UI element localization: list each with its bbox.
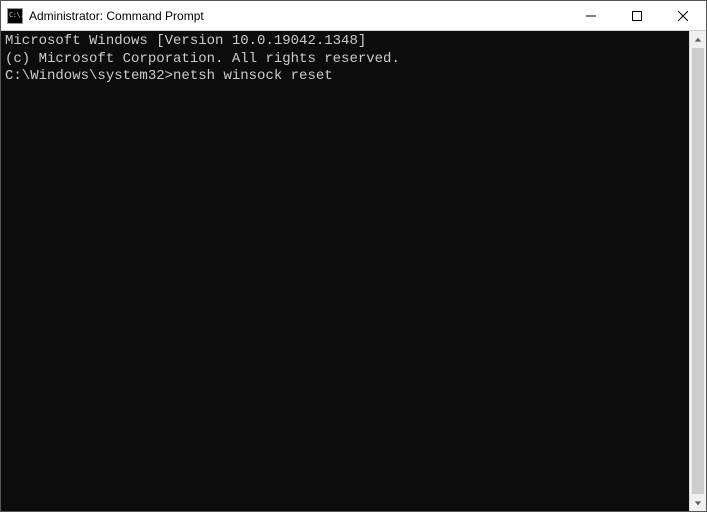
titlebar: C:\. Administrator: Command Prompt [1,1,706,31]
prompt-line: C:\Windows\system32>netsh winsock reset [5,68,685,86]
command-text: netsh winsock reset [173,68,333,86]
window-controls [568,1,706,30]
maximize-button[interactable] [614,1,660,30]
scrollbar-up-button[interactable] [690,31,706,48]
minimize-button[interactable] [568,1,614,30]
close-icon [678,11,688,21]
minimize-icon [586,11,596,21]
chevron-up-icon [694,36,702,44]
copyright-line: (c) Microsoft Corporation. All rights re… [5,51,685,69]
scrollbar-down-button[interactable] [690,494,706,511]
close-button[interactable] [660,1,706,30]
vertical-scrollbar[interactable] [689,31,706,511]
cmd-icon-text: C:\. [8,12,24,19]
content-area: Microsoft Windows [Version 10.0.19042.13… [1,31,706,511]
scrollbar-track-area[interactable] [690,48,706,494]
terminal-output[interactable]: Microsoft Windows [Version 10.0.19042.13… [1,31,689,511]
window-title: Administrator: Command Prompt [29,9,568,23]
prompt-text: C:\Windows\system32> [5,68,173,86]
chevron-down-icon [694,499,702,507]
maximize-icon [632,11,642,21]
scrollbar-thumb[interactable] [692,48,704,494]
cmd-icon: C:\. [7,8,23,24]
version-line: Microsoft Windows [Version 10.0.19042.13… [5,33,685,51]
